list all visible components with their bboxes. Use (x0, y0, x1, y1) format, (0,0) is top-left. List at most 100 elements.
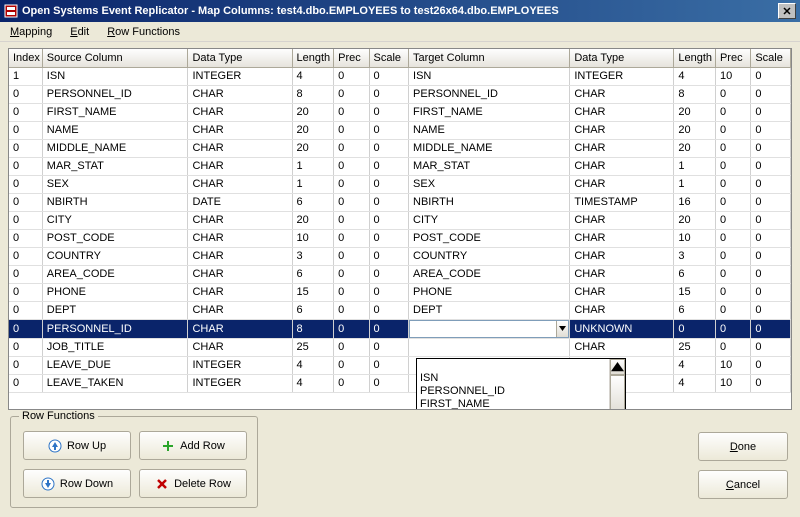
row-down-button[interactable]: Row Down (23, 469, 131, 498)
close-button[interactable]: ✕ (778, 3, 796, 19)
cell-source-column[interactable]: DEPT (42, 301, 188, 319)
cell-src-prec[interactable]: 0 (334, 247, 369, 265)
cell-src-type[interactable]: CHAR (188, 229, 292, 247)
cell-src-length[interactable]: 4 (292, 374, 334, 392)
cell-source-column[interactable]: NAME (42, 121, 188, 139)
cell-src-length[interactable]: 20 (292, 211, 334, 229)
cell-index[interactable]: 0 (9, 121, 42, 139)
cell-target-column[interactable]: PHONE (409, 283, 570, 301)
cell-src-length[interactable]: 4 (292, 67, 334, 85)
cell-src-length[interactable]: 6 (292, 265, 334, 283)
cell-index[interactable]: 0 (9, 193, 42, 211)
cell-src-scale[interactable]: 0 (369, 374, 409, 392)
cell-tgt-prec[interactable]: 0 (715, 229, 750, 247)
cell-tgt-type[interactable]: CHAR (570, 139, 674, 157)
cell-index[interactable]: 0 (9, 301, 42, 319)
cell-tgt-scale[interactable]: 0 (751, 85, 791, 103)
target-column-combo[interactable] (409, 320, 569, 338)
cell-source-column[interactable]: ISN (42, 67, 188, 85)
cell-src-length[interactable]: 20 (292, 103, 334, 121)
cell-tgt-scale[interactable]: 0 (751, 211, 791, 229)
table-row[interactable]: 0CITYCHAR2000CITYCHAR2000 (9, 211, 791, 229)
target-column-input[interactable] (410, 321, 556, 337)
cell-tgt-length[interactable]: 1 (674, 157, 716, 175)
table-row[interactable]: 0PERSONNEL_IDCHAR800PERSONNEL_IDCHAR800 (9, 85, 791, 103)
cell-src-length[interactable]: 25 (292, 338, 334, 356)
cancel-button[interactable]: Cancel (698, 470, 788, 499)
cell-tgt-length[interactable]: 20 (674, 211, 716, 229)
cell-src-prec[interactable]: 0 (334, 374, 369, 392)
cell-index[interactable]: 0 (9, 157, 42, 175)
cell-src-length[interactable]: 1 (292, 157, 334, 175)
delete-row-button[interactable]: Delete Row (139, 469, 247, 498)
cell-src-scale[interactable]: 0 (369, 157, 409, 175)
cell-src-scale[interactable]: 0 (369, 139, 409, 157)
cell-tgt-type[interactable]: CHAR (570, 301, 674, 319)
cell-tgt-type[interactable]: CHAR (570, 157, 674, 175)
table-row[interactable]: 0SEXCHAR100SEXCHAR100 (9, 175, 791, 193)
cell-tgt-prec[interactable]: 0 (715, 247, 750, 265)
header-target-column[interactable]: Target Column (409, 49, 570, 67)
cell-src-prec[interactable]: 0 (334, 139, 369, 157)
cell-tgt-length[interactable]: 20 (674, 121, 716, 139)
cell-src-scale[interactable]: 0 (369, 85, 409, 103)
header-src-data-type[interactable]: Data Type (188, 49, 292, 67)
cell-src-scale[interactable]: 0 (369, 356, 409, 374)
cell-source-column[interactable]: COUNTRY (42, 247, 188, 265)
cell-src-prec[interactable]: 0 (334, 338, 369, 356)
cell-src-type[interactable]: CHAR (188, 211, 292, 229)
done-button[interactable]: Done (698, 432, 788, 461)
cell-tgt-prec[interactable]: 0 (715, 283, 750, 301)
cell-src-scale[interactable]: 0 (369, 175, 409, 193)
cell-src-scale[interactable]: 0 (369, 319, 409, 338)
cell-tgt-scale[interactable]: 0 (751, 356, 791, 374)
cell-index[interactable]: 0 (9, 229, 42, 247)
cell-tgt-length[interactable]: 25 (674, 338, 716, 356)
cell-tgt-type[interactable]: UNKNOWN (570, 319, 674, 338)
table-row[interactable]: 0COUNTRYCHAR300COUNTRYCHAR300 (9, 247, 791, 265)
cell-tgt-scale[interactable]: 0 (751, 139, 791, 157)
header-src-prec[interactable]: Prec (334, 49, 369, 67)
cell-tgt-prec[interactable]: 0 (715, 85, 750, 103)
cell-target-column[interactable] (409, 319, 570, 338)
cell-source-column[interactable]: POST_CODE (42, 229, 188, 247)
cell-tgt-prec[interactable]: 10 (715, 67, 750, 85)
table-row[interactable]: 0LEAVE_TAKENINTEGER400INTEGER4100 (9, 374, 791, 392)
cell-tgt-scale[interactable]: 0 (751, 229, 791, 247)
cell-tgt-type[interactable]: CHAR (570, 121, 674, 139)
cell-target-column[interactable]: MAR_STAT (409, 157, 570, 175)
cell-tgt-type[interactable]: CHAR (570, 85, 674, 103)
table-row[interactable]: 0NBIRTHDATE600NBIRTHTIMESTAMP1600 (9, 193, 791, 211)
cell-src-scale[interactable]: 0 (369, 103, 409, 121)
cell-tgt-type[interactable]: TIMESTAMP (570, 193, 674, 211)
cell-src-scale[interactable]: 0 (369, 211, 409, 229)
cell-index[interactable]: 0 (9, 139, 42, 157)
cell-src-type[interactable]: CHAR (188, 85, 292, 103)
cell-index[interactable]: 0 (9, 338, 42, 356)
cell-tgt-prec[interactable]: 0 (715, 139, 750, 157)
table-row[interactable]: 0POST_CODECHAR1000POST_CODECHAR1000 (9, 229, 791, 247)
cell-src-type[interactable]: CHAR (188, 283, 292, 301)
cell-target-column[interactable]: NAME (409, 121, 570, 139)
cell-src-prec[interactable]: 0 (334, 175, 369, 193)
target-column-dropdown[interactable]: ISNPERSONNEL_IDFIRST_NAMENAMEMIDDLE_NAME… (416, 358, 626, 410)
cell-src-prec[interactable]: 0 (334, 121, 369, 139)
header-tgt-data-type[interactable]: Data Type (570, 49, 674, 67)
cell-tgt-length[interactable]: 6 (674, 265, 716, 283)
cell-index[interactable]: 1 (9, 67, 42, 85)
cell-tgt-scale[interactable]: 0 (751, 301, 791, 319)
cell-tgt-scale[interactable]: 0 (751, 67, 791, 85)
cell-tgt-type[interactable]: CHAR (570, 229, 674, 247)
cell-src-scale[interactable]: 0 (369, 301, 409, 319)
scroll-thumb[interactable] (610, 375, 625, 410)
cell-src-prec[interactable]: 0 (334, 211, 369, 229)
header-tgt-length[interactable]: Length (674, 49, 716, 67)
cell-tgt-type[interactable]: INTEGER (570, 67, 674, 85)
cell-tgt-type[interactable]: CHAR (570, 211, 674, 229)
table-row[interactable]: 0MIDDLE_NAMECHAR2000MIDDLE_NAMECHAR2000 (9, 139, 791, 157)
row-up-button[interactable]: Row Up (23, 431, 131, 460)
cell-tgt-length[interactable]: 20 (674, 139, 716, 157)
cell-tgt-type[interactable]: CHAR (570, 265, 674, 283)
cell-tgt-scale[interactable]: 0 (751, 103, 791, 121)
cell-index[interactable]: 0 (9, 356, 42, 374)
